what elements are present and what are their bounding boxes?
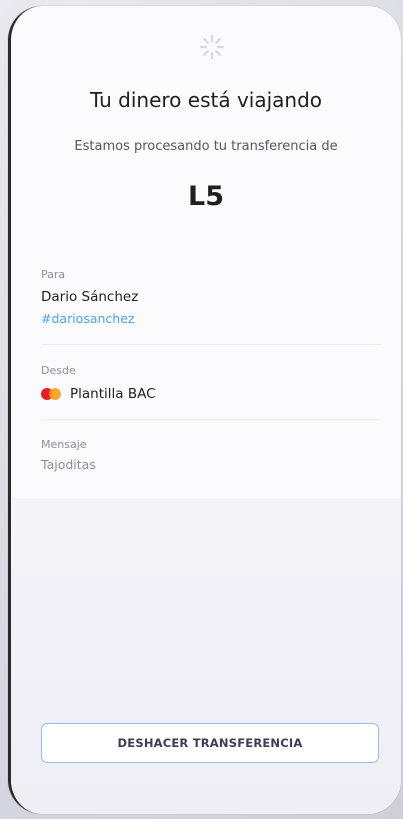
source-card-name: Plantilla BAC [70,386,156,402]
undo-transfer-button[interactable]: DESHACER TRANSFERENCIA [41,723,379,763]
lower-background [11,498,401,814]
message-label: Mensaje [41,438,87,451]
loading-spinner-icon [199,34,225,60]
source-label: Desde [41,364,76,377]
source-card: Plantilla BAC [41,386,156,402]
divider [41,344,381,345]
mastercard-icon [41,388,63,400]
phone-screen: Tu dinero está viajando Estamos procesan… [8,6,401,814]
recipient-handle: #dariosanchez [41,311,135,326]
recipient-name: Dario Sánchez [41,289,139,305]
transfer-amount: L5 [188,181,224,212]
message-text: Tajoditas [41,457,96,472]
divider [41,419,381,420]
recipient-label: Para [41,268,66,281]
page-title: Tu dinero está viajando [89,88,323,112]
page-subtitle: Estamos procesando tu transferencia de [74,139,338,154]
